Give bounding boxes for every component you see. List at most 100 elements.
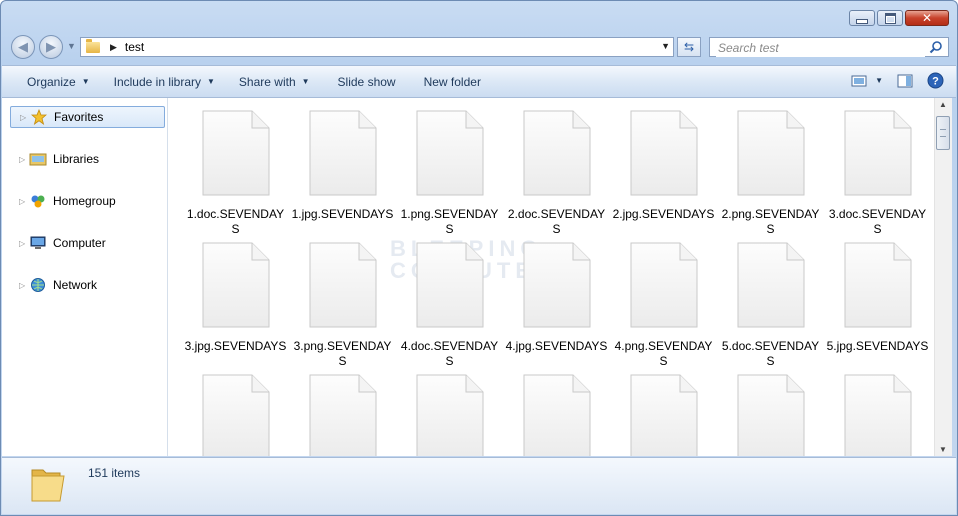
network-icon (29, 277, 47, 293)
file-item[interactable] (717, 374, 824, 456)
sidebar-item-label: Homegroup (53, 194, 116, 208)
toolbar-right-group: ▼ ? (851, 72, 944, 89)
homegroup-icon (29, 193, 47, 209)
expand-icon[interactable]: ▷ (19, 197, 25, 206)
minimize-icon (856, 18, 868, 24)
vertical-scrollbar[interactable]: ▲ ▼ (934, 98, 952, 456)
scroll-up-icon[interactable]: ▲ (939, 100, 947, 109)
scroll-thumb[interactable] (936, 116, 950, 150)
file-item[interactable]: 3.doc.SEVENDAYS (824, 110, 931, 237)
include-in-library-button[interactable]: Include in library ▼ (102, 66, 227, 97)
file-list: BLEEPING COMPUTER 1.doc.SEVENDAYS1.jpg.S… (168, 98, 934, 456)
file-item[interactable]: 1.doc.SEVENDAYS (182, 110, 289, 237)
change-view-button[interactable]: ▼ (851, 75, 883, 87)
document-icon (396, 110, 503, 199)
expand-icon[interactable]: ▷ (20, 113, 26, 122)
breadcrumb-current[interactable]: test (125, 40, 144, 54)
sidebar-item-label: Favorites (54, 110, 104, 124)
document-icon (289, 110, 396, 199)
recent-pages-dropdown[interactable]: ▼ (67, 41, 76, 51)
preview-pane-icon[interactable] (897, 74, 913, 88)
sidebar-item-network[interactable]: ▷ Network (2, 274, 165, 296)
file-item[interactable]: 2.png.SEVENDAYS (717, 110, 824, 237)
document-icon (182, 242, 289, 331)
search-box[interactable] (709, 37, 949, 57)
search-input[interactable] (716, 39, 925, 57)
address-dropdown-icon[interactable]: ▼ (661, 41, 670, 51)
file-name: 4.jpg.SEVENDAYS (505, 339, 608, 353)
file-item[interactable] (182, 374, 289, 456)
document-icon (503, 242, 610, 331)
file-item[interactable] (289, 374, 396, 456)
file-item[interactable]: 5.doc.SEVENDAYS (717, 242, 824, 369)
new-folder-label: New folder (423, 74, 481, 89)
document-icon (182, 110, 289, 199)
document-icon (610, 110, 717, 199)
organize-button[interactable]: Organize ▼ (15, 66, 102, 97)
search-icon[interactable] (929, 40, 943, 54)
document-icon (289, 374, 396, 456)
folder-large-icon (31, 469, 65, 502)
file-name: 1.doc.SEVENDAYS (186, 207, 285, 236)
refresh-button[interactable]: ⇆ (677, 37, 701, 57)
command-bar: Organize ▼ Include in library ▼ Share with… (2, 65, 956, 98)
file-name: 5.doc.SEVENDAYS (721, 339, 820, 368)
new-folder-button[interactable]: New folder (412, 66, 493, 97)
file-item[interactable]: 1.png.SEVENDAYS (396, 110, 503, 237)
document-icon (610, 374, 717, 456)
document-icon (824, 242, 931, 331)
details-pane: 151 items (2, 457, 956, 514)
document-icon (503, 110, 610, 199)
file-name: 3.png.SEVENDAYS (293, 339, 392, 368)
breadcrumb-arrow-icon[interactable]: ▶ (110, 42, 117, 53)
sidebar-item-homegroup[interactable]: ▷ Homegroup (2, 190, 165, 212)
expand-icon[interactable]: ▷ (19, 155, 25, 164)
file-item[interactable] (610, 374, 717, 456)
computer-icon (29, 235, 47, 251)
sidebar-item-computer[interactable]: ▷ Computer (2, 232, 165, 254)
document-icon (396, 242, 503, 331)
share-with-label: Share with (238, 74, 296, 89)
star-icon (30, 109, 48, 125)
file-item[interactable] (396, 374, 503, 456)
document-icon (717, 374, 824, 456)
document-icon (182, 374, 289, 456)
file-item[interactable] (824, 374, 931, 456)
share-with-button[interactable]: Share with ▼ (227, 66, 322, 97)
file-name: 2.doc.SEVENDAYS (507, 207, 606, 236)
sidebar-item-libraries[interactable]: ▷ Libraries (2, 148, 165, 170)
file-name: 1.png.SEVENDAYS (400, 207, 499, 236)
back-arrow-icon: ◀ (18, 39, 28, 54)
file-name: 1.jpg.SEVENDAYS (291, 207, 394, 221)
file-name: 2.png.SEVENDAYS (721, 207, 820, 236)
help-icon[interactable]: ? (927, 72, 944, 89)
file-item[interactable]: 5.jpg.SEVENDAYS (824, 242, 931, 354)
minimize-button[interactable] (849, 10, 875, 26)
document-icon (503, 374, 610, 456)
file-item[interactable]: 4.png.SEVENDAYS (610, 242, 717, 369)
close-button[interactable]: ✕ (905, 10, 949, 26)
file-item[interactable]: 2.jpg.SEVENDAYS (610, 110, 717, 222)
include-in-library-label: Include in library (113, 74, 201, 89)
file-name: 2.jpg.SEVENDAYS (612, 207, 715, 221)
file-name: 3.jpg.SEVENDAYS (184, 339, 287, 353)
file-item[interactable]: 3.jpg.SEVENDAYS (182, 242, 289, 354)
scroll-down-icon[interactable]: ▼ (939, 445, 947, 454)
slide-show-button[interactable]: Slide show (322, 66, 412, 97)
file-item[interactable]: 3.png.SEVENDAYS (289, 242, 396, 369)
view-icon (851, 75, 867, 86)
maximize-button[interactable] (877, 10, 903, 26)
file-item[interactable]: 4.jpg.SEVENDAYS (503, 242, 610, 354)
address-bar[interactable]: ▶ test ▼ (80, 37, 674, 57)
expand-icon[interactable]: ▷ (19, 239, 25, 248)
back-button[interactable]: ◀ (11, 35, 35, 59)
navigation-pane: ▷ Favorites ▷ Libraries ▷ Homegroup ▷ Co… (2, 98, 168, 456)
file-item[interactable]: 1.jpg.SEVENDAYS (289, 110, 396, 222)
forward-button[interactable]: ▶ (39, 35, 63, 59)
sidebar-item-favorites[interactable]: ▷ Favorites (10, 106, 165, 128)
file-item[interactable]: 2.doc.SEVENDAYS (503, 110, 610, 237)
slide-show-label: Slide show (337, 74, 396, 89)
expand-icon[interactable]: ▷ (19, 281, 25, 290)
file-item[interactable]: 4.doc.SEVENDAYS (396, 242, 503, 369)
file-item[interactable] (503, 374, 610, 456)
